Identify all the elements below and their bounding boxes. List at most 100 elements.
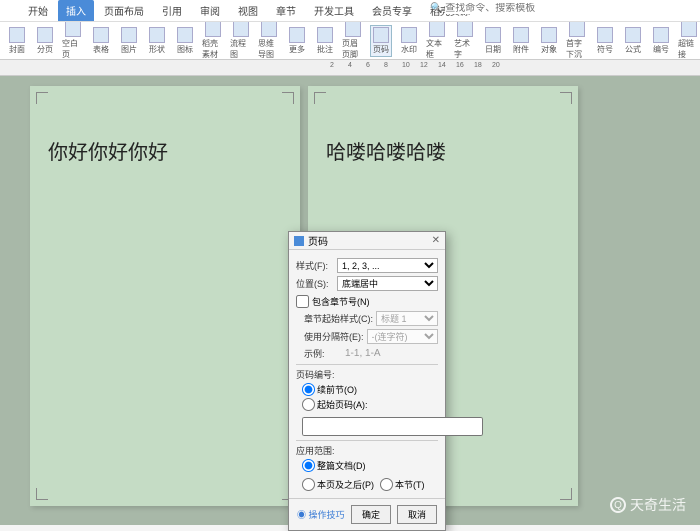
example-label: 示例:: [304, 347, 342, 360]
ruler-mark: 4: [348, 62, 352, 69]
ribbon-图片[interactable]: 图片: [118, 27, 140, 55]
ruler-mark: 10: [402, 62, 410, 69]
tab-7[interactable]: 开发工具: [306, 0, 362, 21]
ribbon-icon: [513, 27, 529, 43]
ribbon-更多[interactable]: 更多: [286, 27, 308, 55]
tab-0[interactable]: 开始: [20, 0, 56, 21]
radio-this-section[interactable]: [380, 478, 393, 491]
radio-continue[interactable]: [302, 383, 315, 396]
ribbon-icon: [289, 27, 305, 43]
ribbon-icon: [177, 27, 193, 43]
numbering-title: 页码编号:: [296, 368, 438, 381]
ribbon-icon: [149, 27, 165, 43]
ribbon-icon: [457, 22, 473, 37]
radio-whole-doc[interactable]: [302, 459, 315, 472]
ribbon-icon: [653, 27, 669, 43]
ribbon-icon: [233, 22, 249, 37]
startat-input[interactable]: [302, 417, 483, 436]
ribbon-页眉页脚[interactable]: 页眉页脚: [342, 22, 364, 60]
ribbon-icon: [65, 22, 81, 37]
chap-style-label: 章节起始样式(C):: [304, 312, 373, 325]
position-select[interactable]: 底端居中: [337, 276, 438, 291]
ribbon-艺术字[interactable]: 艺术字: [454, 22, 476, 60]
tab-6[interactable]: 章节: [268, 0, 304, 21]
ribbon-形状[interactable]: 形状: [146, 27, 168, 55]
tips-link[interactable]: 操作技巧: [297, 508, 345, 521]
ribbon-页码[interactable]: 页码: [370, 25, 392, 57]
ribbon-icon: [681, 22, 697, 37]
tab-4[interactable]: 审阅: [192, 0, 228, 21]
dialog-titlebar: 页码 ✕: [289, 232, 445, 250]
ribbon-公式[interactable]: 公式: [622, 27, 644, 55]
ribbon-附件[interactable]: 附件: [510, 27, 532, 55]
page1-text: 你好你好你好: [48, 136, 282, 165]
ribbon-icon: [569, 22, 585, 37]
page-number-dialog: 页码 ✕ 样式(F): 1, 2, 3, ... 位置(S): 底端居中 包含章…: [288, 231, 446, 531]
ribbon-水印[interactable]: 水印: [398, 27, 420, 55]
ribbon-icon: [93, 27, 109, 43]
ruler-mark: 2: [330, 62, 334, 69]
apply-title: 应用范围:: [296, 444, 438, 457]
horizontal-ruler: 2468101214161820: [0, 60, 700, 76]
ribbon-icon: [541, 27, 557, 43]
ribbon-icon: [485, 27, 501, 43]
ruler-mark: 20: [492, 62, 500, 69]
ribbon-超链接[interactable]: 超链接: [678, 22, 700, 60]
ribbon-封面[interactable]: 封面: [6, 27, 28, 55]
watermark: Q 天奇生活: [610, 495, 686, 515]
ok-button[interactable]: 确定: [351, 505, 391, 524]
ribbon-文本框[interactable]: 文本框: [426, 22, 448, 60]
ribbon-icon: [625, 27, 641, 43]
ruler-mark: 8: [384, 62, 388, 69]
include-chapter-checkbox[interactable]: [296, 295, 309, 308]
tab-8[interactable]: 会员专享: [364, 0, 420, 21]
ribbon-icon: [401, 27, 417, 43]
format-select[interactable]: 1, 2, 3, ...: [337, 258, 438, 273]
ribbon-编号[interactable]: 编号: [650, 27, 672, 55]
ribbon-icon: [121, 27, 137, 43]
ribbon-icon: [597, 27, 613, 43]
ribbon-icon: [373, 27, 389, 43]
dialog-icon: [294, 236, 304, 246]
dialog-title: 页码: [308, 233, 432, 248]
ruler-mark: 14: [438, 62, 446, 69]
watermark-icon: Q: [610, 497, 626, 513]
search-input[interactable]: [445, 3, 555, 14]
ruler-mark: 18: [474, 62, 482, 69]
search-area: 🔍: [430, 3, 555, 14]
radio-from-here[interactable]: [302, 478, 315, 491]
ribbon-toolbar: 封面分页空白页表格图片形状图标稻壳素材流程图思维导图更多批注页眉页脚页码水印文本…: [0, 22, 700, 60]
page-area: 你好你好你好 哈喽哈喽哈喽 页码 ✕ 样式(F): 1, 2, 3, ... 位…: [0, 76, 700, 525]
cancel-button[interactable]: 取消: [397, 505, 437, 524]
page2-text: 哈喽哈喽哈喽: [326, 136, 560, 165]
format-label: 样式(F):: [296, 259, 334, 272]
close-icon[interactable]: ✕: [432, 235, 440, 246]
ribbon-icon: [9, 27, 25, 43]
ribbon-icon: [345, 22, 361, 37]
ribbon-符号[interactable]: 符号: [594, 27, 616, 55]
ribbon-流程图[interactable]: 流程图: [230, 22, 252, 60]
ribbon-首字下沉[interactable]: 首字下沉: [566, 22, 588, 60]
ribbon-icon: [317, 27, 333, 43]
tab-1[interactable]: 插入: [58, 0, 94, 21]
include-chapter-label: 包含章节号(N): [312, 295, 370, 308]
ribbon-表格[interactable]: 表格: [90, 27, 112, 55]
example-value: 1-1, 1-A: [345, 348, 381, 359]
ribbon-批注[interactable]: 批注: [314, 27, 336, 55]
watermark-text: 天奇生活: [630, 495, 686, 515]
ribbon-日期[interactable]: 日期: [482, 27, 504, 55]
ribbon-icon: [261, 22, 277, 37]
tab-5[interactable]: 视图: [230, 0, 266, 21]
tab-2[interactable]: 页面布局: [96, 0, 152, 21]
page-1: 你好你好你好: [30, 86, 300, 506]
ribbon-空白页[interactable]: 空白页: [62, 22, 84, 60]
ribbon-对象[interactable]: 对象: [538, 27, 560, 55]
ribbon-稻壳素材[interactable]: 稻壳素材: [202, 22, 224, 60]
ribbon-分页[interactable]: 分页: [34, 27, 56, 55]
ribbon-思维导图[interactable]: 思维导图: [258, 22, 280, 60]
ribbon-图标[interactable]: 图标: [174, 27, 196, 55]
position-label: 位置(S):: [296, 277, 334, 290]
radio-startat[interactable]: [302, 398, 315, 411]
tab-3[interactable]: 引用: [154, 0, 190, 21]
ruler-mark: 12: [420, 62, 428, 69]
